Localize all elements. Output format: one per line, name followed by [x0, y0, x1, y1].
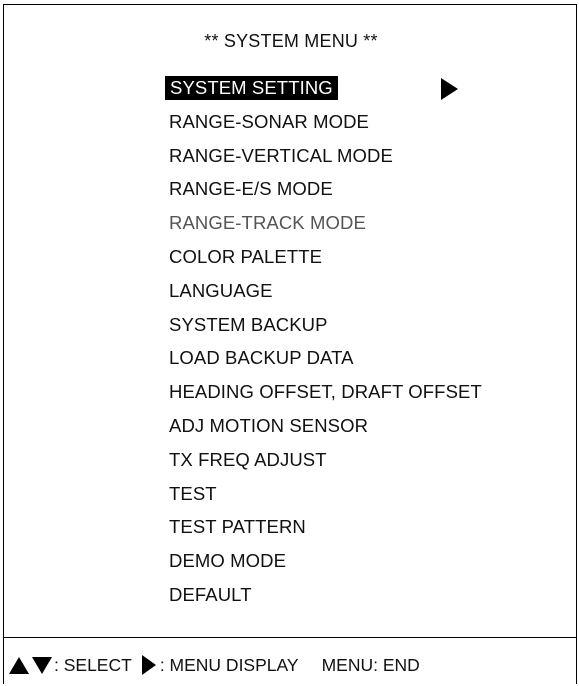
triangle-down-icon: [32, 656, 52, 674]
menu-item-label: TX FREQ ADJUST: [169, 448, 327, 470]
menu-item-demo-mode[interactable]: DEMO MODE: [165, 544, 486, 578]
menu-item-language[interactable]: LANGUAGE: [165, 274, 486, 308]
menu-item-label: RANGE-VERTICAL MODE: [169, 144, 393, 166]
menu-item-test[interactable]: TEST: [165, 477, 486, 511]
menu-item-range-vertical-mode[interactable]: RANGE-VERTICAL MODE: [165, 139, 486, 173]
triangle-up-icon: [9, 656, 29, 674]
menu-item-label: LOAD BACKUP DATA: [169, 347, 354, 369]
menu-item-label: RANGE-E/S MODE: [169, 178, 333, 200]
menu-item-system-backup[interactable]: SYSTEM BACKUP: [165, 308, 486, 342]
menu-item-label: DEMO MODE: [169, 550, 287, 572]
menu-item-range-sonar-mode[interactable]: RANGE-SONAR MODE: [165, 105, 486, 139]
system-menu-panel: ** SYSTEM MENU ** SYSTEM SETTING RANGE-S…: [3, 4, 577, 684]
help-bar: : SELECT : MENU DISPLAY MENU: END: [4, 645, 576, 684]
menu-item-heading-offset-draft-offset[interactable]: HEADING OFFSET, DRAFT OFFSET: [165, 375, 486, 409]
menu-item-range-es-mode[interactable]: RANGE-E/S MODE: [165, 172, 486, 206]
submenu-arrow-icon: [441, 78, 458, 100]
menu-item-load-backup-data[interactable]: LOAD BACKUP DATA: [165, 341, 486, 375]
triangle-right-icon: [141, 655, 156, 675]
menu-item-system-setting[interactable]: SYSTEM SETTING: [165, 71, 486, 105]
menu-item-label: HEADING OFFSET, DRAFT OFFSET: [169, 381, 482, 403]
menu-display-hint: : MENU DISPLAY: [159, 654, 299, 675]
select-hint: : SELECT: [54, 654, 132, 675]
menu-end-hint: MENU: END: [321, 654, 420, 675]
menu-item-label: DEFAULT: [169, 583, 252, 605]
menu-item-label: TEST PATTERN: [169, 516, 306, 538]
menu-item-tx-freq-adjust[interactable]: TX FREQ ADJUST: [165, 443, 486, 477]
menu-item-label: SYSTEM SETTING: [165, 76, 338, 100]
menu-item-label: TEST: [169, 482, 217, 504]
menu-item-adj-motion-sensor[interactable]: ADJ MOTION SENSOR: [165, 409, 486, 443]
menu-title: ** SYSTEM MENU **: [204, 31, 378, 51]
menu-item-test-pattern[interactable]: TEST PATTERN: [165, 510, 486, 544]
menu-item-default[interactable]: DEFAULT: [165, 578, 486, 612]
menu-item-label: SYSTEM BACKUP: [169, 313, 328, 335]
menu-item-label: COLOR PALETTE: [169, 245, 323, 267]
menu-item-label: RANGE-SONAR MODE: [169, 110, 369, 132]
menu-item-label: ADJ MOTION SENSOR: [169, 414, 369, 436]
menu-list: SYSTEM SETTING RANGE-SONAR MODE RANGE-VE…: [165, 71, 486, 612]
menu-item-label: LANGUAGE: [169, 279, 273, 301]
menu-item-label: RANGE-TRACK MODE: [169, 212, 366, 234]
help-divider: [4, 637, 576, 638]
menu-item-range-track-mode[interactable]: RANGE-TRACK MODE: [165, 206, 486, 240]
menu-item-color-palette[interactable]: COLOR PALETTE: [165, 240, 486, 274]
